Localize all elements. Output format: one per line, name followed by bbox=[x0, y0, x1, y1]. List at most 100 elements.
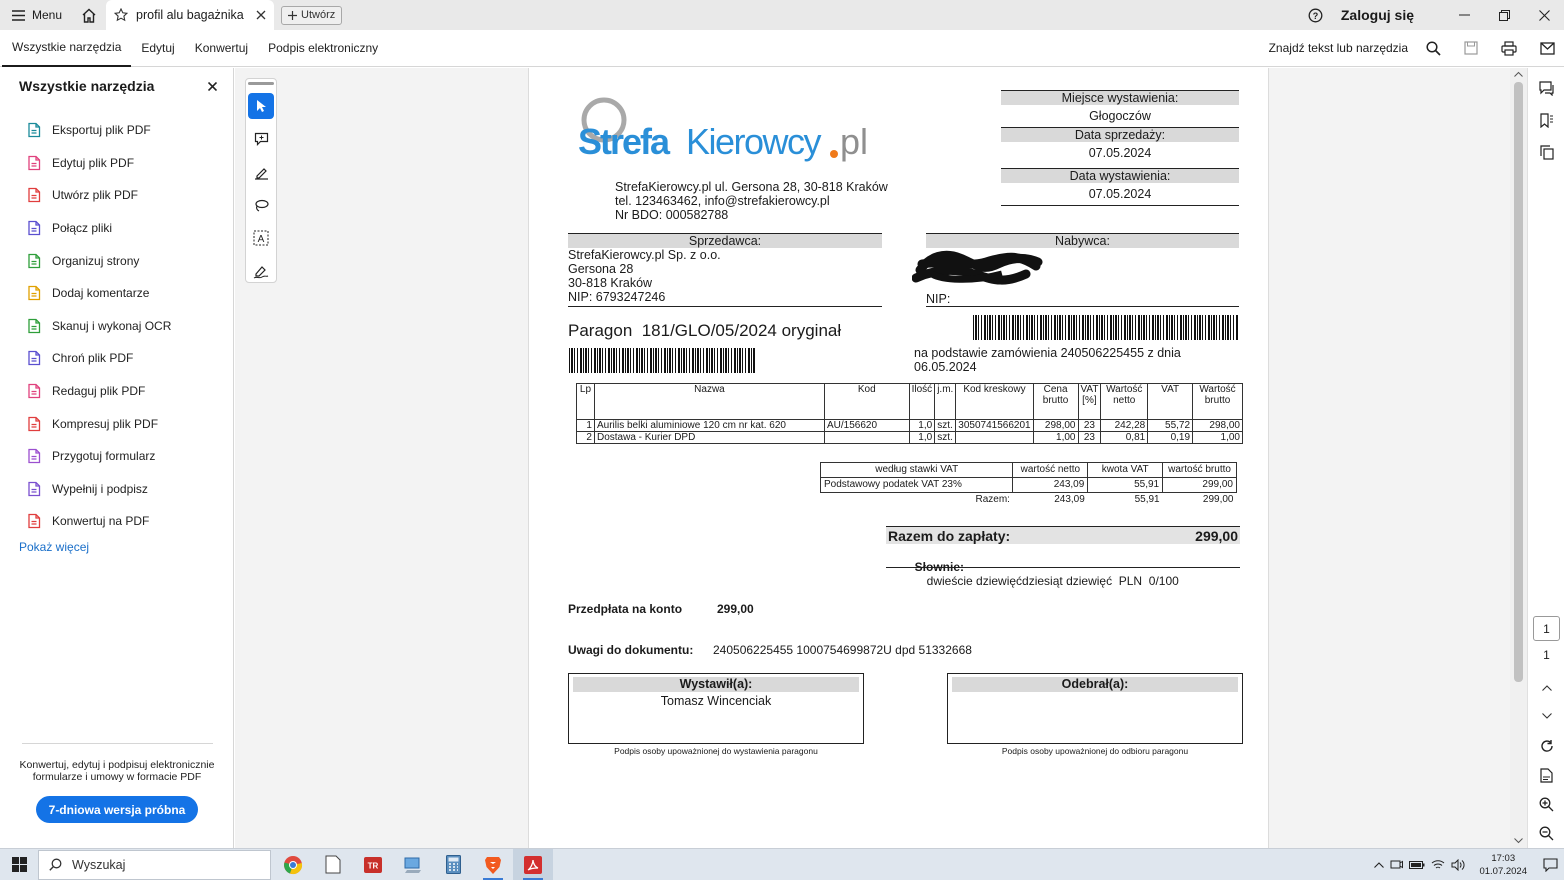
cell: 55,91 bbox=[1134, 494, 1160, 505]
speaker-icon[interactable] bbox=[1451, 858, 1465, 871]
zoom-out-button[interactable] bbox=[1528, 817, 1564, 849]
search-icon bbox=[49, 858, 62, 871]
computer-app[interactable] bbox=[393, 849, 433, 880]
tools-list: Eksportuj plik PDF Edytuj plik PDF Utwórz … bbox=[0, 114, 233, 538]
rotate-button[interactable] bbox=[1528, 730, 1564, 762]
scrollbar-thumb[interactable] bbox=[1514, 82, 1523, 682]
save-button[interactable] bbox=[1454, 33, 1488, 63]
notifications-icon[interactable] bbox=[1543, 857, 1558, 872]
place-label: Miejsce wystawienia: bbox=[1001, 90, 1239, 105]
acrobat-app[interactable] bbox=[513, 848, 553, 880]
tool-item-label: Kompresuj plik PDF bbox=[52, 416, 159, 431]
chrome-app[interactable] bbox=[273, 849, 313, 880]
tool-item-label: Skanuj i wykonaj OCR bbox=[52, 318, 172, 333]
trial-button[interactable]: 7-dniowa wersja próbna bbox=[36, 796, 198, 823]
show-more-link[interactable]: Pokaż więcej bbox=[0, 540, 233, 554]
notepad-app[interactable] bbox=[313, 849, 353, 880]
new-tab-button[interactable]: Utwórz bbox=[281, 5, 343, 25]
pdf-icon bbox=[524, 855, 542, 874]
tool-item[interactable]: Konwertuj na PDF bbox=[0, 505, 233, 538]
words-value: dwieście dziewięćdziesiąt dziewięć PLN 0… bbox=[926, 574, 1179, 588]
page-view-button[interactable] bbox=[1528, 759, 1564, 791]
compress-pdf-icon bbox=[28, 416, 41, 431]
toolstrip-grip[interactable] bbox=[248, 82, 274, 85]
help-icon[interactable]: ? bbox=[1308, 8, 1323, 23]
battery-icon[interactable] bbox=[1409, 860, 1425, 870]
tool-item[interactable]: Połącz pliki bbox=[0, 212, 233, 245]
wifi-icon[interactable] bbox=[1431, 859, 1445, 870]
draw-tool[interactable] bbox=[248, 192, 274, 218]
find-button[interactable] bbox=[1416, 33, 1450, 63]
calculator-app[interactable] bbox=[433, 849, 473, 880]
tool-item[interactable]: Dodaj komentarze bbox=[0, 277, 233, 310]
close-tab-icon[interactable] bbox=[256, 10, 266, 20]
document-tab[interactable]: profil alu bagażnika ... bbox=[106, 0, 275, 30]
menu-button[interactable]: Menu bbox=[0, 0, 72, 30]
comment-tool[interactable] bbox=[248, 126, 274, 152]
tool-item[interactable]: Utwórz plik PDF bbox=[0, 179, 233, 212]
clock-date: 01.07.2024 bbox=[1479, 865, 1527, 877]
clock[interactable]: 17:03 01.07.2024 bbox=[1479, 852, 1527, 878]
zoom-in-button[interactable] bbox=[1528, 788, 1564, 820]
start-button[interactable] bbox=[0, 849, 38, 880]
current-page-field[interactable]: 1 bbox=[1533, 616, 1560, 641]
cell: 298,00 bbox=[1192, 419, 1243, 432]
pages-panel-button[interactable] bbox=[1528, 136, 1564, 168]
brave-app[interactable] bbox=[473, 849, 513, 880]
close-window-button[interactable] bbox=[1524, 0, 1564, 30]
vat-header-row: według stawki VAT wartość netto kwota VA… bbox=[819, 462, 1237, 478]
prepay-value: 299,00 bbox=[717, 602, 754, 616]
text-select-tool[interactable]: A bbox=[248, 225, 274, 251]
menu-label: Menu bbox=[32, 8, 63, 22]
tool-item-label: Wypełnij i podpisz bbox=[52, 481, 148, 496]
tool-item[interactable]: Edytuj plik PDF bbox=[0, 147, 233, 180]
strefakierowcy-logo: Strefa Kierowcy pl bbox=[578, 97, 868, 162]
login-button[interactable]: Zaloguj się bbox=[1341, 7, 1414, 23]
taskbar-search[interactable]: Wyszukaj bbox=[38, 849, 271, 880]
tool-item[interactable]: Redaguj plik PDF bbox=[0, 375, 233, 408]
scroll-down-icon[interactable] bbox=[1514, 838, 1523, 844]
sign-tool[interactable] bbox=[248, 258, 274, 284]
tool-item[interactable]: Kompresuj plik PDF bbox=[0, 407, 233, 440]
tool-item[interactable]: Organizuj strony bbox=[0, 244, 233, 277]
cursor-icon bbox=[257, 100, 266, 112]
email-button[interactable] bbox=[1530, 33, 1564, 63]
select-tool[interactable] bbox=[248, 93, 274, 119]
tool-item[interactable]: Eksportuj plik PDF bbox=[0, 114, 233, 147]
next-page-button[interactable] bbox=[1528, 700, 1564, 732]
all-tools-panel: Wszystkie narzędzia Eksportuj plik PDF Ed… bbox=[0, 68, 234, 848]
find-text-button[interactable]: Znajdź tekst lub narzędzia bbox=[1269, 41, 1408, 55]
menu-convert[interactable]: Konwertuj bbox=[185, 30, 258, 67]
menu-esign[interactable]: Podpis elektroniczny bbox=[258, 30, 388, 67]
svg-text:TR: TR bbox=[368, 861, 379, 870]
bookmarks-panel-button[interactable] bbox=[1528, 104, 1564, 136]
scroll-up-icon[interactable] bbox=[1514, 71, 1523, 77]
tray-chevron-icon[interactable] bbox=[1374, 861, 1385, 868]
comments-icon bbox=[1538, 80, 1554, 96]
company-bdo: Nr BDO: 000582788 bbox=[615, 208, 729, 222]
receipt-barcode bbox=[569, 348, 755, 373]
close-panel-icon[interactable] bbox=[208, 81, 217, 91]
total-pages: 1 bbox=[1543, 648, 1550, 662]
tool-item[interactable]: Chroń plik PDF bbox=[0, 342, 233, 375]
vertical-scrollbar[interactable] bbox=[1510, 68, 1527, 848]
panel-divider bbox=[22, 743, 213, 744]
meet-icon[interactable] bbox=[1390, 859, 1404, 871]
star-icon[interactable] bbox=[114, 8, 129, 22]
highlight-tool[interactable] bbox=[248, 159, 274, 185]
new-tab-label: Utwórz bbox=[301, 9, 336, 21]
tool-item[interactable]: Przygotuj formularz bbox=[0, 440, 233, 473]
home-button[interactable] bbox=[72, 0, 106, 30]
menu-edit[interactable]: Edytuj bbox=[131, 30, 184, 67]
comments-panel-button[interactable] bbox=[1528, 72, 1564, 104]
menu-all-tools[interactable]: Wszystkie narzędzia bbox=[2, 30, 132, 67]
windows-taskbar: Wyszukaj TR 17:03 01.07.2024 bbox=[0, 848, 1564, 880]
plus-icon bbox=[288, 10, 298, 20]
cell: 55,91 bbox=[1087, 477, 1164, 493]
restore-button[interactable] bbox=[1484, 0, 1524, 30]
tr-app[interactable]: TR bbox=[353, 849, 393, 880]
tool-item[interactable]: Skanuj i wykonaj OCR bbox=[0, 310, 233, 343]
tool-item[interactable]: Wypełnij i podpisz bbox=[0, 473, 233, 506]
minimize-button[interactable] bbox=[1444, 0, 1484, 30]
print-button[interactable] bbox=[1492, 33, 1526, 63]
